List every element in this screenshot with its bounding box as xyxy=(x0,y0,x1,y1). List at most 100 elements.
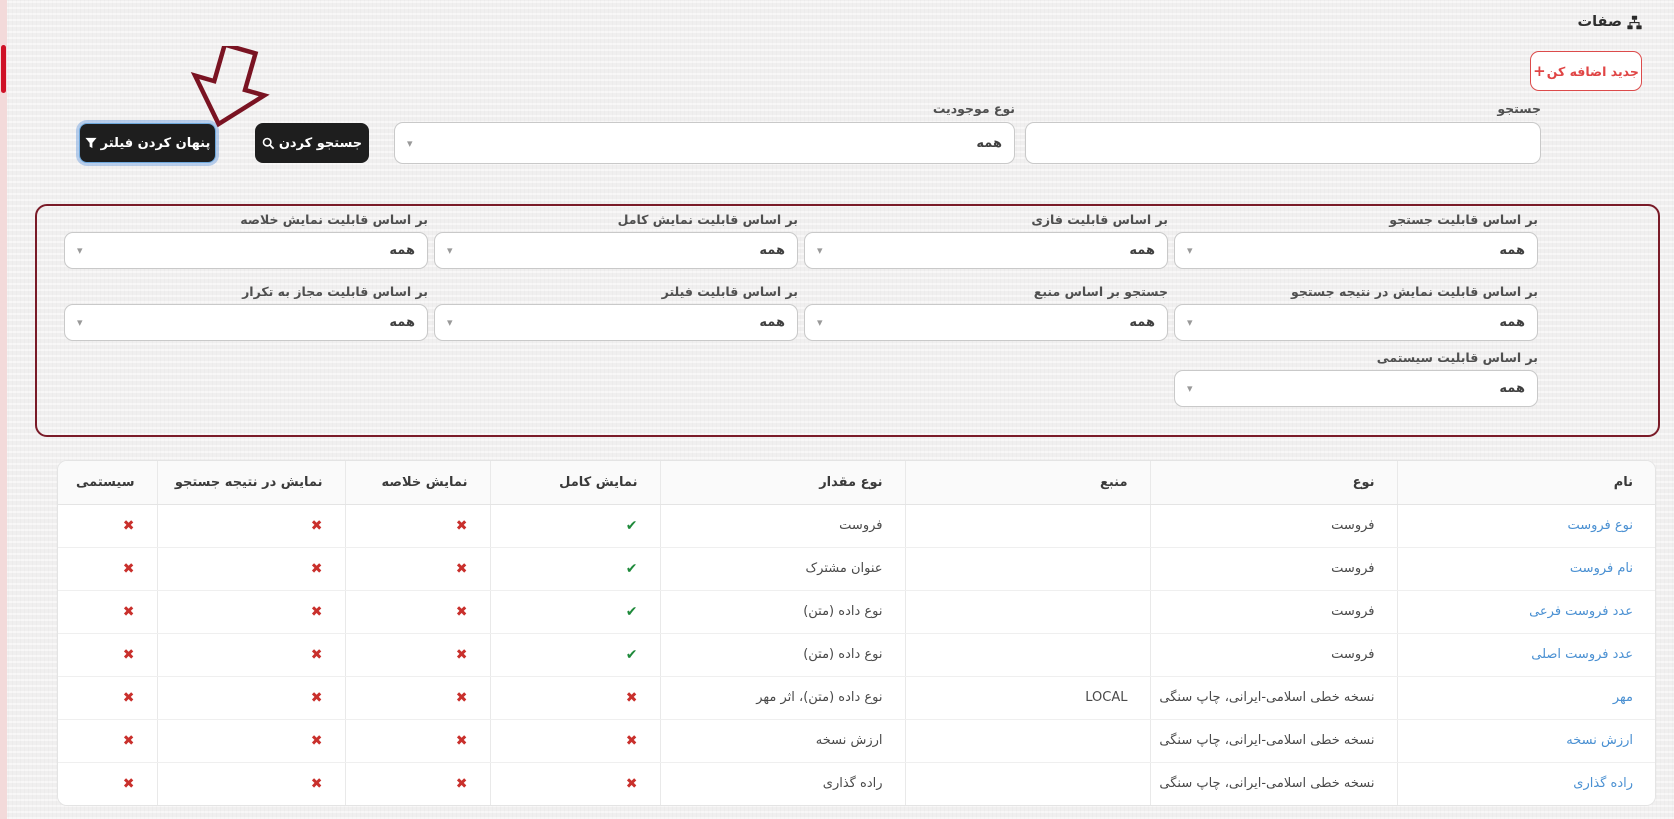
full-display-mark: ✔ xyxy=(489,590,660,634)
table-row: مهر نسخه خطی اسلامی-ایرانی، چاپ سنگی LOC… xyxy=(58,676,1655,720)
system-mark: ✖ xyxy=(58,590,157,634)
column-header-full-display: نمایش کامل xyxy=(489,461,660,505)
attribute-name-link[interactable]: ارزش نسخه xyxy=(1396,719,1655,763)
filter-select-value: همه xyxy=(1499,243,1525,258)
page: صفات جدید اضافه کن + جستجو نوع موجودیت ه… xyxy=(0,0,1674,819)
filter-label: بر اساس قابلیت سیستمی xyxy=(1376,350,1538,365)
filter-select-source[interactable]: همه ▾ xyxy=(804,304,1168,341)
full-display-mark: ✔ xyxy=(489,633,660,677)
system-mark: ✖ xyxy=(58,504,157,548)
column-header-type: نوع xyxy=(1149,461,1397,505)
system-mark: ✖ xyxy=(58,762,157,805)
system-mark: ✖ xyxy=(58,547,157,591)
filter-select-fuzzy-capability[interactable]: همه ▾ xyxy=(804,232,1168,269)
filter-group-filter-capability: بر اساس قابلیت فیلتر همه ▾ xyxy=(434,284,798,341)
search-input[interactable] xyxy=(1025,122,1541,164)
full-display-mark: ✔ xyxy=(489,504,660,548)
attributes-table: نام نوع منبع نوع مقدار نمایش کامل نمایش … xyxy=(58,461,1655,805)
attribute-source xyxy=(904,547,1150,591)
filter-group-search-result-display: بر اساس قابلیت نمایش در نتیجه جستجو همه … xyxy=(1174,284,1538,341)
search-button-label: جستجو کردن xyxy=(278,135,363,151)
filter-select-summary-display[interactable]: همه ▾ xyxy=(64,232,428,269)
summary-display-mark: ✖ xyxy=(344,590,490,634)
attribute-value-type: فروست xyxy=(659,504,905,548)
chevron-down-icon: ▾ xyxy=(407,136,413,150)
attribute-name-link[interactable]: عدد فروست فرعی xyxy=(1396,590,1655,634)
system-mark: ✖ xyxy=(58,676,157,720)
chevron-down-icon: ▾ xyxy=(1187,244,1193,257)
attribute-name-link[interactable]: نوع فروست xyxy=(1396,504,1655,548)
attribute-type: نسخه خطی اسلامی-ایرانی، چاپ سنگی xyxy=(1149,762,1397,805)
filter-select-system[interactable]: همه ▾ xyxy=(1174,370,1538,407)
full-display-mark: ✖ xyxy=(489,676,660,720)
search-result-display-mark: ✖ xyxy=(156,547,345,591)
add-new-label: جدید اضافه کن xyxy=(1546,63,1639,79)
filter-label: بر اساس قابلیت جستجو xyxy=(1389,212,1538,227)
filter-group-summary-display: بر اساس قابلیت نمایش خلاصه همه ▾ xyxy=(64,212,428,269)
filter-label: بر اساس قابلیت مجاز به تکرار xyxy=(242,284,428,299)
filter-select-full-display[interactable]: همه ▾ xyxy=(434,232,798,269)
column-header-search-result-display: نمایش در نتیجه جستجو xyxy=(156,461,345,505)
filter-select-value: همه xyxy=(1499,381,1525,396)
filter-select-search-result-display[interactable]: همه ▾ xyxy=(1174,304,1538,341)
table-row: نام فروست فروست عنوان مشترک ✔ ✖ ✖ ✖ xyxy=(58,547,1655,591)
filter-group-search-capability: بر اساس قابلیت جستجو همه ▾ xyxy=(1174,212,1538,269)
filter-select-value: همه xyxy=(389,315,415,330)
chevron-down-icon: ▾ xyxy=(817,244,823,257)
chevron-down-icon: ▾ xyxy=(1187,316,1193,329)
column-header-source: منبع xyxy=(904,461,1150,505)
summary-display-mark: ✖ xyxy=(344,504,490,548)
page-title: صفات xyxy=(1578,14,1642,30)
search-result-display-mark: ✖ xyxy=(156,504,345,548)
attribute-source xyxy=(904,590,1150,634)
column-header-name: نام xyxy=(1396,461,1655,505)
attribute-type: فروست xyxy=(1149,633,1397,677)
column-header-summary-display: نمایش خلاصه xyxy=(344,461,490,505)
attribute-value-type: ارزش نسخه xyxy=(659,719,905,763)
table-header-row: نام نوع منبع نوع مقدار نمایش کامل نمایش … xyxy=(58,461,1655,505)
filter-label: جستجو بر اساس منبع xyxy=(1033,284,1168,299)
chevron-down-icon: ▾ xyxy=(77,316,83,329)
filter-icon xyxy=(85,137,97,149)
attribute-name-link[interactable]: راده گذاری xyxy=(1396,762,1655,805)
attribute-name-link[interactable]: عدد فروست اصلی xyxy=(1396,633,1655,677)
table-row: ارزش نسخه نسخه خطی اسلامی-ایرانی، چاپ سن… xyxy=(58,719,1655,763)
filter-select-filter-capability[interactable]: همه ▾ xyxy=(434,304,798,341)
attribute-value-type: نوع داده (متن)، اثر مهر xyxy=(659,676,905,720)
chevron-down-icon: ▾ xyxy=(447,316,453,329)
entity-type-select[interactable]: همه ▾ xyxy=(394,122,1015,164)
summary-display-mark: ✖ xyxy=(344,633,490,677)
summary-display-mark: ✖ xyxy=(344,719,490,763)
filter-group-repeatable: بر اساس قابلیت مجاز به تکرار همه ▾ xyxy=(64,284,428,341)
plus-icon: + xyxy=(1533,61,1546,80)
search-result-display-mark: ✖ xyxy=(156,590,345,634)
page-title-text: صفات xyxy=(1577,14,1622,30)
attribute-value-type: عنوان مشترک xyxy=(659,547,905,591)
filter-select-value: همه xyxy=(1129,243,1155,258)
attribute-source xyxy=(904,633,1150,677)
column-header-value-type: نوع مقدار xyxy=(659,461,905,505)
attribute-value-type: راده گذاری xyxy=(659,762,905,805)
scrollbar-track[interactable] xyxy=(0,0,7,819)
attribute-source: LOCAL xyxy=(904,676,1150,720)
attribute-name-link[interactable]: نام فروست xyxy=(1396,547,1655,591)
search-result-display-mark: ✖ xyxy=(156,633,345,677)
attribute-source xyxy=(904,719,1150,763)
attribute-type: نسخه خطی اسلامی-ایرانی، چاپ سنگی xyxy=(1149,719,1397,763)
filter-group-fuzzy-capability: بر اساس قابلیت فازی همه ▾ xyxy=(804,212,1168,269)
system-mark: ✖ xyxy=(58,633,157,677)
filter-select-value: همه xyxy=(1129,315,1155,330)
filter-panel: بر اساس قابلیت جستجو همه ▾ بر اساس قابلی… xyxy=(35,204,1660,437)
attribute-name-link[interactable]: مهر xyxy=(1396,676,1655,720)
summary-display-mark: ✖ xyxy=(344,547,490,591)
scrollbar-thumb[interactable] xyxy=(1,45,6,93)
full-display-mark: ✖ xyxy=(489,719,660,763)
filter-select-search-capability[interactable]: همه ▾ xyxy=(1174,232,1538,269)
table-row: عدد فروست فرعی فروست نوع داده (متن) ✔ ✖ … xyxy=(58,590,1655,634)
filter-select-repeatable[interactable]: همه ▾ xyxy=(64,304,428,341)
chevron-down-icon: ▾ xyxy=(817,316,823,329)
search-icon xyxy=(262,137,275,150)
add-new-button[interactable]: جدید اضافه کن + xyxy=(1530,51,1642,91)
filter-label: بر اساس قابلیت فازی xyxy=(1031,212,1168,227)
summary-display-mark: ✖ xyxy=(344,762,490,805)
